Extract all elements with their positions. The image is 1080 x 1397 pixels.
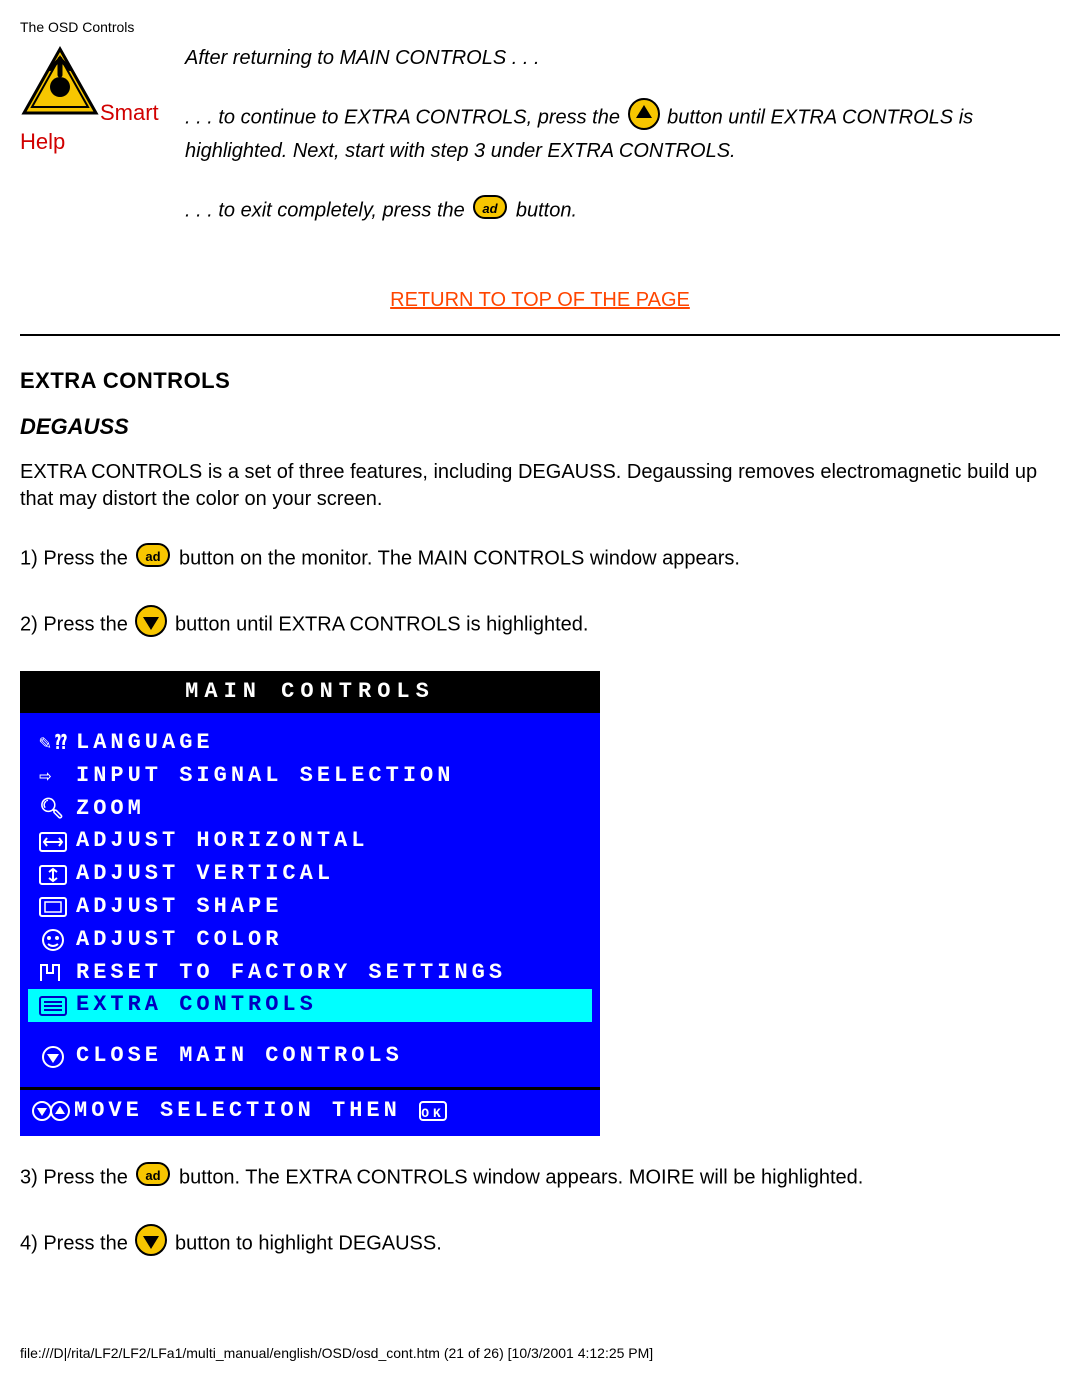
smart-help-left: Smart Help (20, 45, 185, 157)
osd-menu-item: ADJUST SHAPE (28, 891, 592, 924)
text: button on the monitor. The MAIN CONTROLS… (179, 548, 740, 570)
osd-color-icon (32, 928, 76, 952)
up-button-icon (628, 98, 660, 138)
ok-button-icon (135, 1158, 171, 1198)
osd-menu-label: ADJUST SHAPE (76, 892, 282, 923)
smart-help-block: Smart Help After returning to MAIN CONTR… (20, 45, 1060, 257)
osd-menu-item: ADJUST COLOR (28, 924, 592, 957)
ok-outline-icon (411, 1099, 455, 1123)
return-to-top-link[interactable]: RETURN TO TOP OF THE PAGE (390, 289, 690, 311)
osd-close-label: CLOSE MAIN CONTROLS (76, 1041, 403, 1072)
osd-menu-item: INPUT SIGNAL SELECTION (28, 760, 592, 793)
text: . . . to continue to EXTRA CONTROLS, pre… (185, 106, 626, 128)
smart-label: Smart (100, 101, 159, 125)
warning-icon (20, 45, 100, 125)
osd-menu-list: LANGUAGEINPUT SIGNAL SELECTIONZOOMADJUST… (20, 713, 600, 1077)
osd-footer: MOVE SELECTION THEN (20, 1090, 600, 1136)
close-down-icon (32, 1045, 76, 1069)
osd-menu-item: ADJUST HORIZONTAL (28, 825, 592, 858)
move-selection-icon (30, 1099, 74, 1123)
text: 3) Press the (20, 1166, 133, 1188)
text: button. (516, 199, 577, 221)
smart-line-1: After returning to MAIN CONTROLS . . . (185, 45, 1060, 72)
osd-reset-icon (32, 961, 76, 985)
smart-help-text: After returning to MAIN CONTROLS . . . .… (185, 45, 1060, 257)
osd-menu-label: RESET TO FACTORY SETTINGS (76, 958, 506, 989)
ok-button-icon (472, 191, 508, 231)
text: 4) Press the (20, 1232, 133, 1254)
osd-main-controls-panel: MAIN CONTROLS LANGUAGEINPUT SIGNAL SELEC… (20, 671, 600, 1135)
osd-close-row: CLOSE MAIN CONTROLS (28, 1040, 592, 1073)
smart-line-3: . . . to exit completely, press the butt… (185, 191, 1060, 231)
step-2: 2) Press the button until EXTRA CONTROLS… (20, 605, 1060, 645)
text: 1) Press the (20, 548, 133, 570)
help-label: Help (20, 127, 185, 157)
osd-shape-icon (32, 895, 76, 919)
osd-extra-icon (32, 994, 76, 1018)
osd-menu-item: RESET TO FACTORY SETTINGS (28, 957, 592, 990)
osd-menu-label: EXTRA CONTROLS (76, 990, 317, 1021)
page-header: The OSD Controls (20, 18, 1060, 37)
osd-title: MAIN CONTROLS (20, 671, 600, 713)
return-to-top: RETURN TO TOP OF THE PAGE (20, 287, 1060, 314)
down-button-icon (135, 605, 167, 645)
text: button. The EXTRA CONTROLS window appear… (179, 1166, 863, 1188)
down-button-icon (135, 1224, 167, 1264)
subsection-title: DEGAUSS (20, 412, 1060, 442)
osd-menu-label: ADJUST VERTICAL (76, 859, 334, 890)
step-1: 1) Press the button on the monitor. The … (20, 539, 1060, 579)
osd-vert-icon (32, 863, 76, 887)
osd-menu-item: ADJUST VERTICAL (28, 858, 592, 891)
text: button until EXTRA CONTROLS is highlight… (175, 614, 589, 636)
intro-paragraph: EXTRA CONTROLS is a set of three feature… (20, 459, 1060, 513)
osd-input-icon (32, 764, 76, 788)
osd-menu-label: ADJUST COLOR (76, 925, 282, 956)
step-4: 4) Press the button to highlight DEGAUSS… (20, 1224, 1060, 1264)
divider (20, 334, 1060, 336)
text: 2) Press the (20, 614, 133, 636)
step-3: 3) Press the button. The EXTRA CONTROLS … (20, 1158, 1060, 1198)
osd-menu-item: ZOOM (28, 793, 592, 826)
smart-line-2: . . . to continue to EXTRA CONTROLS, pre… (185, 98, 1060, 165)
osd-zoom-icon (32, 797, 76, 821)
section-title: EXTRA CONTROLS (20, 366, 1060, 396)
page-footer: file:///D|/rita/LF2/LF2/LFa1/multi_manua… (20, 1344, 1060, 1363)
osd-menu-item: LANGUAGE (28, 727, 592, 760)
osd-horiz-icon (32, 830, 76, 854)
osd-menu-label: ADJUST HORIZONTAL (76, 826, 368, 857)
text: . . . to exit completely, press the (185, 199, 470, 221)
osd-footer-text: MOVE SELECTION THEN (74, 1096, 401, 1126)
osd-menu-item: EXTRA CONTROLS (28, 989, 592, 1022)
osd-lang-icon (32, 731, 76, 755)
osd-menu-label: ZOOM (76, 794, 145, 825)
osd-menu-label: INPUT SIGNAL SELECTION (76, 761, 454, 792)
text: button to highlight DEGAUSS. (175, 1232, 442, 1254)
ok-button-icon (135, 539, 171, 579)
osd-menu-label: LANGUAGE (76, 728, 214, 759)
